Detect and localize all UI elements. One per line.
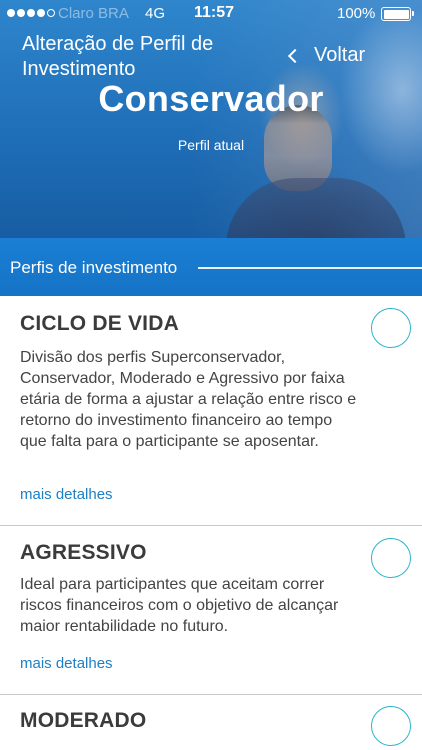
chevron-left-icon [287,48,303,64]
more-details-link[interactable]: mais detalhes [20,655,113,672]
page-title: Alteração de Perfil de Investimento [22,33,214,80]
profile-radio-ciclo-de-vida[interactable] [371,308,411,348]
section-divider-line [198,267,422,269]
profile-radio-agressivo[interactable] [371,538,411,578]
back-button[interactable]: Voltar [287,44,366,67]
profile-title: AGRESSIVO [20,541,147,564]
profile-item-ciclo-de-vida: CICLO DE VIDA Divisão dos perfis Superco… [0,296,422,526]
profile-item-agressivo: AGRESSIVO Ideal para participantes que a… [0,526,422,695]
profile-title: CICLO DE VIDA [20,312,179,335]
battery-icon [381,7,414,21]
status-time: 11:57 [194,4,235,21]
profile-item-moderado: MODERADO [0,695,422,750]
carrier-name: Claro BRA [58,5,129,22]
profile-list: CICLO DE VIDA Divisão dos perfis Superco… [0,296,422,750]
current-profile-name: Conservador [98,78,324,119]
signal-strength-icon [7,9,55,17]
section-title: Perfis de investimento [10,258,178,277]
battery-percentage: 100% [337,5,376,22]
profile-title: MODERADO [20,709,147,732]
profile-description: Ideal para participantes que aceitam cor… [20,576,339,635]
profile-description: Divisão dos perfis Superconservador, Con… [20,349,357,450]
network-type: 4G [145,5,166,22]
back-button-label: Voltar [314,44,366,66]
more-details-link[interactable]: mais detalhes [20,486,113,503]
section-header: Perfis de investimento [0,238,422,296]
profile-radio-moderado[interactable] [371,706,411,746]
status-bar: Claro BRA 4G 11:57 100% [0,0,422,28]
current-profile-caption: Perfil atual [177,137,245,153]
profile-header: Claro BRA 4G 11:57 100% Alteração de Per… [0,0,422,238]
